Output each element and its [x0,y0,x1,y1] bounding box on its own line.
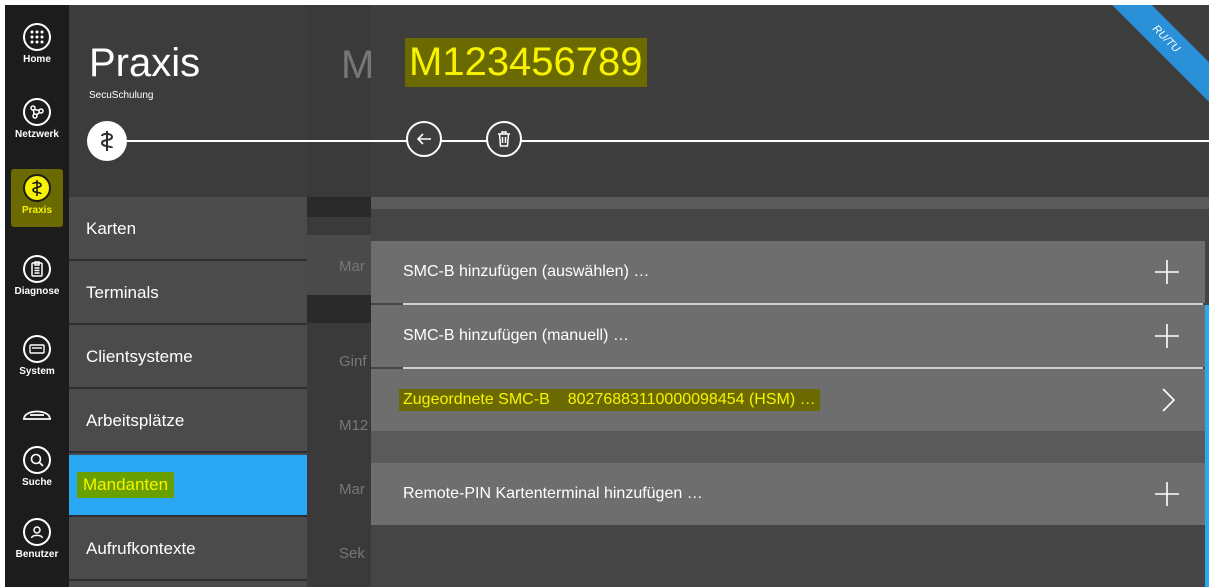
network-icon [23,98,51,126]
delete-button[interactable] [486,121,522,157]
smcb-value: 80276883110000098454 (HSM) … [567,391,816,408]
menu-item-karten[interactable]: Karten [69,199,307,261]
user-icon [23,518,51,546]
arrow-left-icon [416,133,431,145]
menu-item-label: Clientsysteme [86,347,193,366]
rail-system[interactable]: System [5,335,69,377]
caduceus-icon [87,121,127,161]
row-label: SMC-B hinzufügen (manuell) … [403,327,629,344]
detail-panel: M123456789 RU/TU SMC-B hinzufügen (auswä… [371,5,1209,587]
menu-item-arbeitsplaetze[interactable]: Arbeitsplätze [69,391,307,453]
rail-label: Praxis [21,205,53,216]
praxis-header: Praxis SecuSchulung [69,5,307,197]
add-smcb-manual-row[interactable]: SMC-B hinzufügen (manuell) … [371,305,1205,367]
row-label: SMC-B hinzufügen (auswählen) … [403,263,650,280]
rail-label: Netzwerk [15,129,59,140]
menu-item-label: Mandanten [77,472,175,498]
rail-label: Diagnose [14,286,60,297]
keyboard-icon [23,335,51,363]
section-gap [371,197,1209,209]
menu-item-label: Arbeitsplätze [86,411,185,430]
back-button[interactable] [406,121,442,157]
list-item-text: Ginf [339,353,367,370]
row-label: Remote-PIN Kartenterminal hinzufügen … [403,485,703,502]
praxis-title: Praxis [89,41,201,85]
praxis-subtitle: SecuSchulung [89,90,154,101]
section-gap [307,197,371,217]
menu-item-terminals[interactable]: Terminals [69,263,307,325]
rail-diagnose[interactable]: Diagnose [5,255,69,297]
list-item-text: Mar [339,481,365,498]
mandanten-column: M Mar Ginf M12 Mar Sek [307,5,375,587]
assigned-smcb-row[interactable]: Zugeordnete SMC-B 80276883110000098454 (H… [371,369,1205,431]
rail-label: Suche [21,477,52,488]
menu-item-aufrufkontexte[interactable]: Aufrufkontexte [69,519,307,581]
trash-icon [498,131,510,147]
spacer [371,209,1209,241]
scrollbar[interactable] [1205,305,1209,587]
search-icon [23,446,51,474]
plus-icon [1155,482,1179,506]
icon-rail: Home Netzwerk Praxis Diagnose System Suc… [5,5,69,587]
menu-item-label: Aufrufkontexte [86,539,196,558]
assigned-smcb-highlight: Zugeordnete SMC-B 80276883110000098454 (H… [399,389,820,411]
divider [127,140,307,142]
rail-home[interactable]: Home [5,23,69,65]
clipboard-icon [23,255,51,283]
rail-suche[interactable]: Suche [5,446,69,488]
rail-label: System [19,366,55,377]
page-title: M123456789 [405,38,647,87]
menu-item-label: Karten [86,219,137,238]
app-frame: Home Netzwerk Praxis Diagnose System Suc… [5,5,1209,587]
praxis-column: Praxis SecuSchulung Karten Terminals Cli… [69,5,307,587]
add-remote-pin-terminal-row[interactable]: Remote-PIN Kartenterminal hinzufügen … [371,463,1205,525]
menu-item-mandanten[interactable]: Mandanten [69,455,307,517]
rail-netzwerk[interactable]: Netzwerk [5,98,69,140]
plus-icon [1155,260,1179,284]
chevron-right-icon [1162,388,1176,412]
plus-icon [1155,324,1179,348]
rail-card-terminal[interactable] [5,401,69,423]
menu-item-clientsysteme[interactable]: Clientsysteme [69,327,307,389]
list-item-text: M12 [339,417,369,434]
caduceus-icon [23,174,51,202]
card-terminal-icon [22,401,52,423]
section-gap [371,431,1209,463]
column-title: M [341,43,375,87]
rail-benutzer[interactable]: Benutzer [5,518,69,560]
list-item-text: Sek [339,545,365,562]
section-gap [307,295,371,323]
divider [307,140,371,142]
menu-item-label: Terminals [86,283,159,302]
rail-label: Home [23,54,51,65]
rail-label: Benutzer [15,549,59,560]
add-smcb-select-row[interactable]: SMC-B hinzufügen (auswählen) … [371,241,1205,303]
row-label: Zugeordnete SMC-B [403,391,550,408]
grid-icon [23,23,51,51]
detail-header: M123456789 RU/TU [371,5,1209,197]
rail-praxis[interactable]: Praxis [5,174,69,216]
ribbon-badge: RU/TU [1088,5,1209,117]
list-item-text: Mar [339,258,365,275]
